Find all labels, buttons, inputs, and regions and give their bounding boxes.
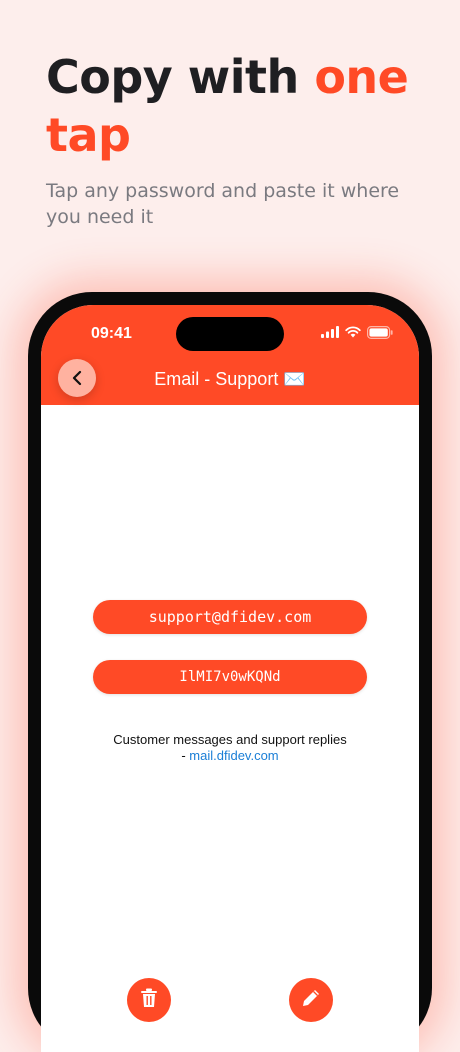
- status-icons: [321, 325, 393, 339]
- back-button[interactable]: [58, 359, 96, 397]
- phone-screen: 09:41 Email - Support ✉️ support@dfidev.…: [41, 305, 419, 1052]
- headline-accent: one: [314, 50, 409, 104]
- delete-button[interactable]: [127, 978, 171, 1022]
- note-link[interactable]: mail.dfidev.com: [189, 748, 278, 763]
- headline-part1: Copy with: [46, 50, 315, 104]
- chevron-left-icon: [72, 370, 82, 386]
- username-copy-button[interactable]: support@dfidev.com: [93, 600, 367, 634]
- subheadline: Tap any password and paste it where you …: [46, 180, 400, 228]
- signal-icon: [321, 326, 339, 338]
- phone-frame: 09:41 Email - Support ✉️ support@dfidev.…: [28, 292, 432, 1052]
- dynamic-island: [176, 317, 284, 351]
- edit-button[interactable]: [289, 978, 333, 1022]
- pencil-icon: [303, 990, 319, 1006]
- battery-icon: [367, 325, 393, 339]
- status-time: 09:41: [91, 325, 132, 342]
- wifi-icon: [345, 326, 361, 338]
- trash-icon: [141, 988, 157, 1007]
- password-copy-button[interactable]: IlMI7v0wKQNd: [93, 660, 367, 694]
- entry-note: Customer messages and support replies - …: [111, 732, 349, 764]
- nav-bar: 09:41 Email - Support ✉️: [41, 305, 419, 405]
- nav-title: Email - Support ✉️: [154, 369, 306, 389]
- headline: Copy with one tap: [46, 48, 426, 164]
- headline-part2: tap: [46, 108, 131, 162]
